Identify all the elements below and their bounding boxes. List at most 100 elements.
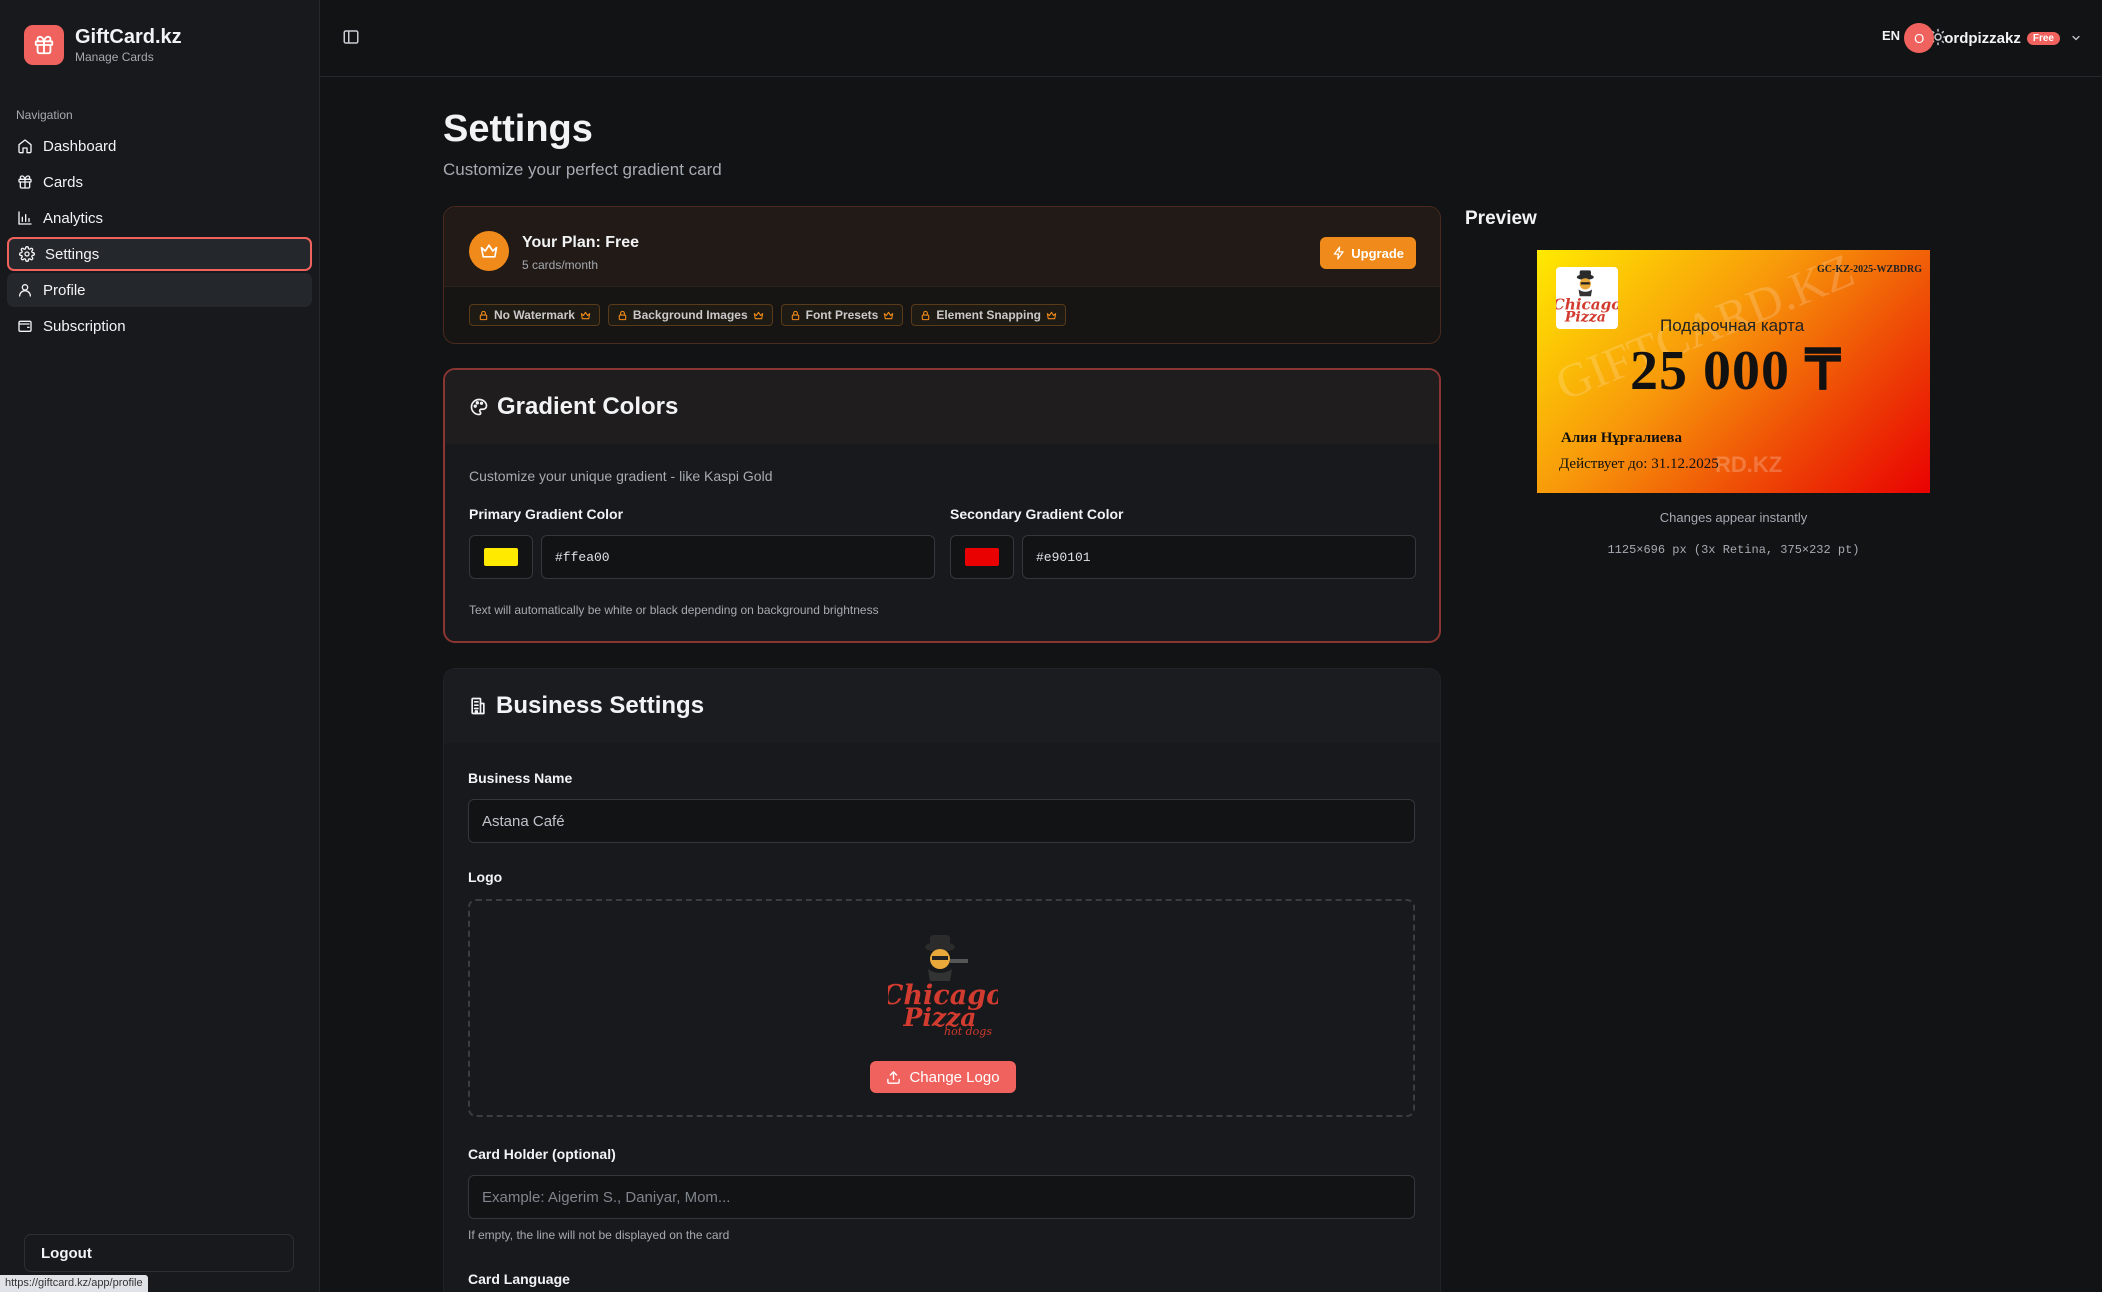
feature-no-watermark[interactable]: No Watermark (469, 304, 600, 326)
status-bar-url: https://giftcard.kz/app/profile (0, 1275, 148, 1292)
bar-chart-icon (18, 211, 32, 225)
card-logo: Chicago Pizza (1553, 267, 1621, 329)
palette-icon (470, 398, 488, 416)
feature-label: Background Images (632, 308, 748, 322)
sidebar-toggle-icon[interactable] (342, 28, 360, 46)
primary-color-swatch (484, 548, 518, 566)
feature-font-presets[interactable]: Font Presets (780, 304, 904, 326)
feature-background-images[interactable]: Background Images (607, 304, 773, 326)
crown-icon (580, 311, 591, 319)
section-description: Customize your unique gradient - like Ka… (469, 468, 773, 484)
upgrade-button[interactable]: Upgrade (1320, 237, 1416, 269)
plan-badge: Free (2026, 31, 2060, 45)
page-title: Settings (443, 108, 593, 150)
upload-icon (887, 1070, 901, 1084)
user-icon (19, 284, 31, 297)
section-title: Business Settings (496, 692, 705, 719)
sidebar-item-label: Analytics (43, 209, 104, 227)
avatar: O (1904, 23, 1935, 53)
sidebar-item-profile[interactable]: Profile (7, 273, 312, 307)
gradient-colors-card: Gradient Colors Customize your unique gr… (443, 368, 1441, 643)
preview-title: Preview (1465, 208, 1537, 229)
lock-icon (479, 310, 488, 320)
sidebar-item-settings[interactable]: Settings (7, 237, 312, 271)
preview-dimensions: 1125×696 px (3x Retina, 375×232 pt) (1607, 543, 1860, 557)
secondary-color-picker[interactable] (950, 535, 1014, 579)
topbar: EN O ordpizzakz Free (320, 0, 2102, 77)
change-logo-button[interactable]: Change Logo (870, 1061, 1016, 1093)
primary-color-input[interactable]: #ffea00 (541, 535, 935, 579)
feature-label: Font Presets (805, 308, 879, 322)
card-holder-hint: If empty, the line will not be displayed… (468, 1228, 730, 1242)
card-valid-until: Действует до: 31.12.2025 (1559, 456, 1719, 472)
logo-label: Logo (468, 869, 503, 885)
feature-label: Element Snapping (936, 308, 1041, 322)
card-code: GC-KZ-2025-WZBDRG (1817, 264, 1922, 275)
business-logo-image: Chicago Pizza hot dogs (888, 935, 998, 1038)
svg-text:Pizza: Pizza (1564, 310, 1606, 326)
svg-text:hot dogs: hot dogs (944, 1025, 992, 1038)
username: ordpizzakz (1944, 29, 2021, 47)
feature-element-snapping[interactable]: Element Snapping (911, 304, 1066, 326)
change-logo-label: Change Logo (909, 1068, 1000, 1086)
preview-note: Changes appear instantly (1659, 510, 1808, 525)
business-name-input[interactable]: Astana Café (468, 799, 1415, 843)
sidebar-item-dashboard[interactable]: Dashboard (7, 129, 312, 163)
card-label: Подарочная карта (1660, 316, 1805, 335)
sidebar-nav: Dashboard Cards Analytics Settings Profi… (7, 129, 312, 345)
sidebar-item-analytics[interactable]: Analytics (7, 201, 312, 235)
logo-dropzone[interactable]: Chicago Pizza hot dogs Change Logo (468, 899, 1415, 1117)
crown-icon (469, 231, 509, 271)
sidebar-item-label: Cards (43, 173, 84, 191)
card-holder-label: Card Holder (optional) (468, 1146, 616, 1162)
lightning-icon (1333, 246, 1344, 260)
primary-color-picker[interactable] (469, 535, 533, 579)
secondary-color-swatch (965, 548, 999, 566)
chevron-down-icon (2072, 35, 2080, 41)
sidebar-item-label: Subscription (43, 317, 126, 335)
card-holder-input[interactable]: Example: Aigerim S., Daniyar, Mom... (468, 1175, 1415, 1219)
business-name-label: Business Name (468, 770, 573, 786)
card-holder-name: Алия Нұрғалиева (1561, 430, 1683, 446)
sidebar: GiftCard.kz Manage Cards Navigation Dash… (0, 0, 320, 1292)
business-settings-card: Business Settings Business Name Astana C… (443, 668, 1441, 1292)
sidebar-item-label: Settings (45, 245, 100, 263)
card-amount: 25 000 ₸ (1630, 340, 1842, 402)
contrast-hint: Text will automatically be white or blac… (469, 603, 879, 617)
plan-subtitle: 5 cards/month (522, 258, 599, 272)
card-watermark-secondary: RD.KZ (1715, 452, 1783, 477)
crown-icon (753, 311, 763, 319)
crown-icon (1046, 311, 1057, 319)
gift-logo-icon (24, 25, 64, 65)
home-icon (18, 139, 32, 154)
secondary-color-input[interactable]: #e90101 (1022, 535, 1416, 579)
sidebar-item-cards[interactable]: Cards (7, 165, 312, 199)
primary-color-label: Primary Gradient Color (469, 506, 624, 522)
sidebar-item-subscription[interactable]: Subscription (7, 309, 312, 343)
card-language-label: Card Language (468, 1271, 570, 1287)
brand-subtitle: Manage Cards (75, 50, 154, 64)
lock-icon (791, 310, 799, 320)
crown-icon (884, 311, 894, 319)
brand[interactable]: GiftCard.kz Manage Cards (24, 25, 182, 65)
gear-icon (19, 246, 35, 262)
card-logo-image: Chicago Pizza (1553, 270, 1621, 326)
section-title: Gradient Colors (497, 393, 679, 420)
feature-label: No Watermark (494, 308, 575, 322)
plan-card: Your Plan: Free 5 cards/month Upgrade No… (443, 206, 1441, 344)
gift-icon (18, 175, 32, 189)
upgrade-label: Upgrade (1351, 245, 1404, 261)
nav-heading: Navigation (16, 108, 73, 122)
gift-card-preview: GIFTCARD.KZ RD.KZ Chicago Pizza GC-KZ-20… (1537, 250, 1930, 493)
lock-icon (618, 310, 627, 320)
brand-title: GiftCard.kz (75, 26, 182, 48)
language-switcher[interactable]: EN (1882, 28, 1900, 43)
user-menu[interactable]: O ordpizzakz Free (1904, 23, 2082, 53)
building-icon (471, 697, 485, 715)
plan-title: Your Plan: Free (522, 234, 640, 251)
page-subtitle: Customize your perfect gradient card (443, 160, 722, 179)
lock-icon (922, 310, 930, 320)
logout-button[interactable]: Logout (24, 1234, 294, 1272)
locked-features: No Watermark Background Images Font Pres… (469, 304, 1074, 326)
sidebar-item-label: Profile (43, 281, 86, 299)
